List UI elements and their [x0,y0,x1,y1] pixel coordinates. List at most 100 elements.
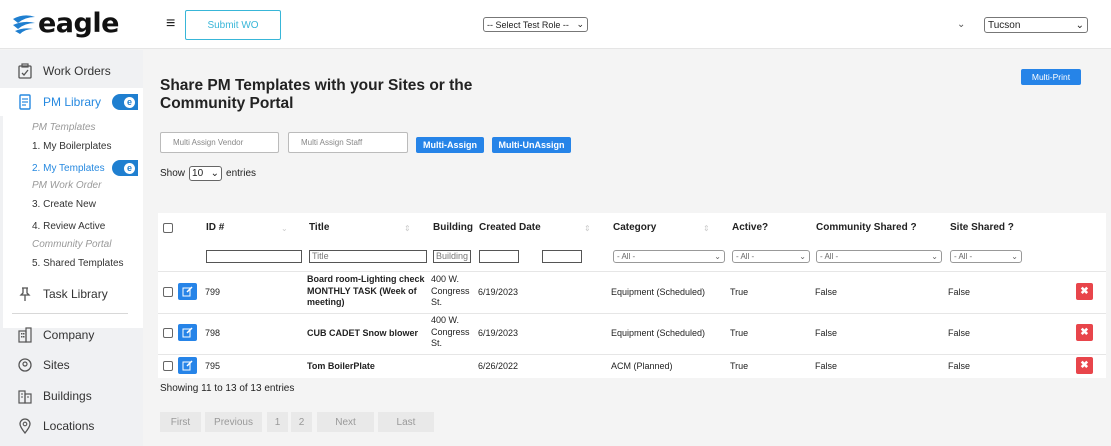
cell-id: 798 [205,328,221,338]
multi-assign-button[interactable]: Multi-Assign [416,137,484,153]
column-header-created-date[interactable]: Created Date [479,222,541,233]
cell-id: 799 [205,287,221,297]
cell-title[interactable]: Tom BoilerPlate [307,361,427,373]
edit-button[interactable] [178,324,197,341]
date-to-filter-input[interactable] [542,250,582,263]
multi-assign-vendor-input[interactable]: Multi Assign Vendor [160,132,279,153]
e-badge-icon: e [112,94,138,110]
eagle-logo[interactable]: eagle [12,9,119,39]
cell-category: ACM (Planned) [611,361,673,371]
eagle-logo-icon [12,12,36,36]
column-header-title[interactable]: Title [309,222,329,233]
chevron-down-icon: ⌄ [210,168,220,179]
multi-print-button[interactable]: Multi-Print [1021,69,1081,85]
cell-category: Equipment (Scheduled) [611,287,706,297]
test-role-value: -- Select Test Role -- [487,19,569,30]
pagination-next[interactable]: Next [317,412,374,432]
delete-button[interactable]: ✖ [1076,357,1093,374]
column-header-site-shared[interactable]: Site Shared ? [950,222,1014,233]
pagination-first[interactable]: First [160,412,201,432]
map-pin-icon [17,418,33,434]
close-icon: ✖ [1080,286,1089,297]
delete-button[interactable]: ✖ [1076,283,1093,300]
sidebar-item-label: Locations [43,419,95,433]
site-select[interactable]: Tucson ⌄ [984,17,1088,33]
submenu-item-review-active[interactable]: 4. Review Active [32,221,105,232]
sort-icon: ⇕ [404,224,411,233]
column-header-active[interactable]: Active? [732,222,768,233]
sort-icon: ⇕ [703,224,710,233]
page-length-select[interactable]: 10 ⌄ [189,166,223,181]
templates-table: ID # ⌄ Title ⇕ Building Created Date ⇕ C… [158,213,1106,378]
sidebar-item-label: Buildings [43,389,92,403]
cell-site-shared: False [948,328,971,338]
menu-toggle-icon[interactable]: ≡ [166,15,175,33]
submenu-item-my-boilerplates[interactable]: 1. My Boilerplates [32,141,111,152]
column-header-building[interactable]: Building [433,222,473,233]
sidebar-item-locations[interactable]: Locations [0,412,143,440]
row-divider [158,313,1106,314]
pagination-page-2[interactable]: 2 [291,412,312,432]
document-icon [17,94,33,110]
submit-wo-button[interactable]: Submit WO [185,10,281,40]
building-icon [17,327,33,343]
delete-button[interactable]: ✖ [1076,324,1093,341]
submenu-item-create-new[interactable]: 3. Create New [32,199,96,210]
pagination-previous[interactable]: Previous [205,412,262,432]
chevron-down-icon: ⌄ [714,252,721,261]
pin-icon [17,286,33,302]
test-role-select[interactable]: -- Select Test Role -- ⌄ [483,17,588,32]
sidebar-item-buildings[interactable]: Buildings [0,382,143,410]
sort-icon: ⌄ [281,224,288,233]
row-checkbox[interactable] [163,328,173,338]
community-shared-filter-select[interactable]: - All - ⌄ [816,250,942,263]
chevron-down-icon: ⌄ [931,252,938,261]
column-header-community-shared[interactable]: Community Shared ? [816,222,917,233]
pagination-last[interactable]: Last [378,412,434,432]
cell-title[interactable]: CUB CADET Snow blower [307,328,427,340]
clipboard-icon [17,63,33,79]
column-header-category[interactable]: Category [613,222,656,233]
cell-id: 795 [205,361,221,371]
edit-icon [182,286,193,297]
cell-active: True [730,287,749,297]
sidebar-item-company[interactable]: Company [0,321,143,349]
date-from-filter-input[interactable] [479,250,519,263]
active-filter-select[interactable]: - All - ⌄ [732,250,810,263]
page-title: Share PM Templates with your Sites or th… [160,77,473,112]
cell-community-shared: False [815,328,838,338]
pagination-page-1[interactable]: 1 [267,412,288,432]
close-icon: ✖ [1080,327,1089,338]
column-header-id[interactable]: ID # [206,222,224,233]
entries-label: entries [226,168,257,179]
submenu-item-shared-templates[interactable]: 5. Shared Templates [32,258,124,269]
category-filter-select[interactable]: - All - ⌄ [613,250,725,263]
sidebar-item-sites[interactable]: Sites [0,351,143,379]
multi-assign-staff-input[interactable]: Multi Assign Staff [288,132,408,153]
select-all-checkbox[interactable] [163,223,173,233]
cell-title[interactable]: Board room-Lighting check MONTHLY TASK (… [307,274,427,309]
chevron-down-icon[interactable]: ⌄ [957,19,965,30]
building-filter-input[interactable]: Building [433,250,471,263]
submenu-item-my-templates[interactable]: 2. My Templates [32,163,105,174]
row-checkbox[interactable] [163,287,173,297]
sidebar-item-label: PM Library [43,95,102,109]
site-shared-filter-select[interactable]: - All - ⌄ [950,250,1022,263]
show-label: Show [160,168,186,179]
cell-category: Equipment (Scheduled) [611,328,706,338]
submenu-heading: Community Portal [32,239,112,250]
cell-active: True [730,361,749,371]
sidebar-item-label: Task Library [43,287,108,301]
id-filter-input[interactable] [206,250,302,263]
edit-button[interactable] [178,357,197,374]
cell-created-date: 6/19/2023 [478,287,519,297]
cell-created-date: 6/26/2022 [478,361,519,371]
row-checkbox[interactable] [163,361,173,371]
sidebar-item-work-orders[interactable]: Work Orders [0,57,143,85]
edit-button[interactable] [178,283,197,300]
cell-created-date: 6/19/2023 [478,328,519,338]
title-filter-input[interactable]: Title [309,250,427,263]
sidebar-item-task-library[interactable]: Task Library [0,280,143,308]
multi-unassign-button[interactable]: Multi-UnAssign [492,137,571,153]
cell-active: True [730,328,749,338]
